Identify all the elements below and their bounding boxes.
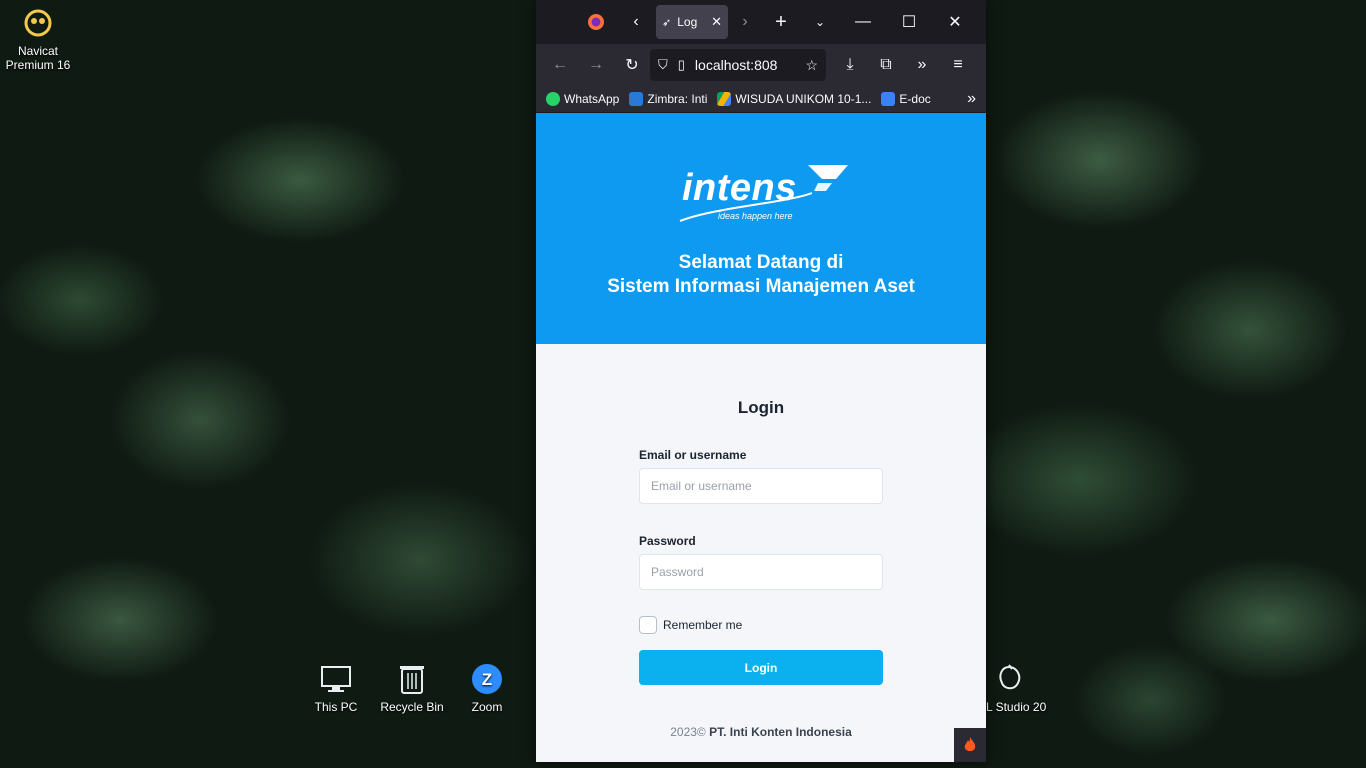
desktop-icon-label: Navicat Premium 16 — [5, 44, 71, 72]
desktop-icon-label: Zoom — [471, 700, 503, 714]
folder-icon — [881, 92, 896, 106]
monitor-icon — [319, 662, 353, 696]
navigation-toolbar: ← → ↻ ⛉ ▯ localhost:808 ☆ ⤓ ⧉ » ≡ — [536, 44, 986, 86]
footer: 2023© PT. Inti Konten Indonesia — [536, 725, 986, 739]
desktop-icon-navicat[interactable]: Navicat Premium 16 — [0, 6, 76, 72]
recycle-bin-icon — [395, 662, 429, 696]
url-text[interactable]: localhost:808 — [695, 57, 796, 73]
login-button[interactable]: Login — [639, 650, 883, 685]
bookmark-label: WhatsApp — [564, 92, 620, 106]
welcome-line-1: Selamat Datang di — [678, 252, 844, 273]
bookmark-zimbra[interactable]: Zimbra: Inti — [629, 92, 707, 106]
back-icon[interactable]: ← — [542, 49, 578, 81]
reload-icon[interactable]: ↻ — [614, 49, 650, 81]
desktop-icon-label: This PC — [314, 700, 358, 714]
login-form: Login Email or username Password Remembe… — [639, 344, 883, 685]
tab-favicon-icon: ➶ — [662, 16, 672, 29]
desktop-icon-this-pc[interactable]: This PC — [298, 662, 374, 714]
password-label: Password — [639, 534, 696, 548]
list-tabs-icon[interactable]: ⌄ — [800, 0, 840, 44]
brand-name: intens — [682, 167, 797, 209]
forward-icon[interactable]: → — [578, 49, 614, 81]
whatsapp-icon — [546, 92, 560, 106]
extensions-icon[interactable]: ⧉ — [868, 49, 904, 81]
footer-year: 2023© — [670, 725, 706, 739]
browser-window: ‹ ➶ Log ✕ › + ⌄ — ☐ ✕ ← → ↻ ⛉ ▯ localhos… — [536, 0, 986, 762]
login-title: Login — [737, 398, 785, 417]
desktop-icon-label: Recycle Bin — [380, 700, 444, 714]
new-tab-icon[interactable]: + — [762, 0, 800, 44]
firefox-logo-icon[interactable] — [574, 0, 618, 44]
minimize-icon[interactable]: — — [840, 0, 886, 44]
desktop-icon-fl-studio[interactable]: L Studio 20 — [978, 662, 1068, 714]
email-input[interactable] — [639, 468, 883, 504]
bookmark-wisuda[interactable]: WISUDA UNIKOM 10-1... — [717, 92, 871, 106]
bookmarks-overflow-icon[interactable]: » — [967, 90, 976, 108]
welcome-line-2: Sistem Informasi Manajemen Aset — [607, 276, 915, 297]
bookmark-label: WISUDA UNIKOM 10-1... — [735, 92, 872, 106]
remember-me-checkbox[interactable] — [639, 616, 657, 634]
tab-bar: ‹ ➶ Log ✕ › + ⌄ — ☐ ✕ — [536, 0, 986, 44]
bookmark-label: E-doc — [899, 92, 931, 106]
hamburger-menu-icon[interactable]: ≡ — [940, 49, 976, 81]
page-info-icon[interactable]: ▯ — [678, 57, 685, 73]
desktop-icon-zoom[interactable]: Z Zoom — [449, 662, 525, 714]
welcome-heading: Selamat Datang di Sistem Informasi Manaj… — [536, 251, 986, 299]
zoom-icon: Z — [470, 662, 504, 696]
url-bar[interactable]: ⛉ ▯ localhost:808 ☆ — [650, 49, 826, 81]
email-label: Email or username — [639, 448, 747, 462]
bookmark-label: Zimbra: Inti — [647, 92, 708, 106]
downloads-icon[interactable]: ⤓ — [832, 49, 868, 81]
desktop-icon-recycle-bin[interactable]: Recycle Bin — [374, 662, 450, 714]
footer-company: PT. Inti Konten Indonesia — [709, 725, 852, 739]
bookmark-star-icon[interactable]: ☆ — [805, 57, 818, 74]
zimbra-icon — [629, 92, 644, 106]
overflow-menu-icon[interactable]: » — [904, 49, 940, 81]
page-content: intens ideas happen here Selamat Datang … — [536, 113, 986, 762]
brand-tagline: ideas happen here — [718, 211, 793, 221]
google-drive-icon — [717, 92, 732, 106]
fl-studio-icon — [992, 662, 1026, 696]
close-window-icon[interactable]: ✕ — [932, 0, 978, 44]
header-banner: intens ideas happen here Selamat Datang … — [536, 113, 986, 344]
tab-active[interactable]: ➶ Log ✕ — [656, 5, 728, 39]
bookmarks-toolbar: WhatsApp Zimbra: Inti WISUDA UNIKOM 10-1… — [536, 86, 986, 112]
navicat-icon — [21, 6, 55, 40]
remember-me-row: Remember me — [639, 616, 883, 634]
maximize-icon[interactable]: ☐ — [886, 0, 932, 44]
flame-icon[interactable] — [954, 728, 986, 762]
bookmark-whatsapp[interactable]: WhatsApp — [546, 92, 619, 106]
tab-close-icon[interactable]: ✕ — [711, 14, 722, 30]
tab-title: Log — [677, 15, 698, 29]
tab-scroll-right-icon[interactable]: › — [728, 0, 762, 44]
shield-icon[interactable]: ⛉ — [658, 57, 668, 73]
password-input[interactable] — [639, 554, 883, 590]
tab-scroll-left-icon[interactable]: ‹ — [618, 0, 654, 44]
svg-text:Z: Z — [482, 670, 492, 689]
remember-me-label: Remember me — [663, 618, 743, 632]
bookmark-edoc[interactable]: E-doc — [881, 92, 931, 106]
intens-logo: intens ideas happen here — [676, 163, 856, 223]
desktop-icon-label: L Studio 20 — [986, 700, 1047, 714]
